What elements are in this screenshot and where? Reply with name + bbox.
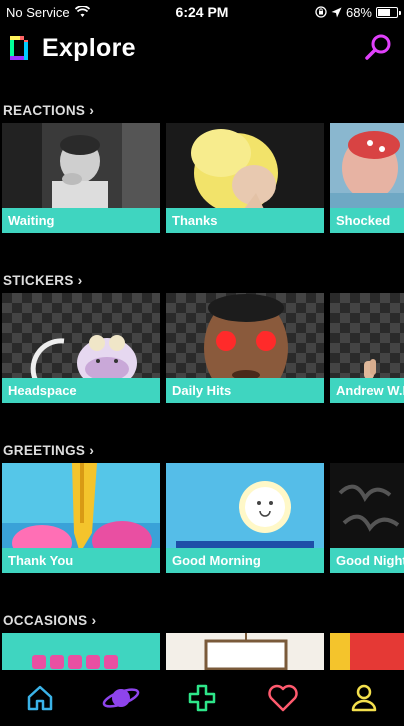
sticker-card-headspace[interactable]: Headspace	[2, 293, 160, 403]
wifi-icon	[74, 6, 90, 17]
greeting-card-good-morning[interactable]: Good Morning	[166, 463, 324, 573]
page-title: Explore	[42, 33, 136, 62]
card-label: Daily Hits	[166, 378, 324, 403]
section-stickers: STICKERS › Headspace Daily Hits Andrew W…	[0, 270, 404, 406]
sticker-card-daily-hits[interactable]: Daily Hits	[166, 293, 324, 403]
greeting-card-good-night[interactable]: Good Night	[330, 463, 404, 573]
gif-card-thanks[interactable]: Thanks	[166, 123, 324, 233]
chevron-right-icon: ›	[91, 612, 97, 628]
greeting-card-thank-you[interactable]: Thank You	[2, 463, 160, 573]
section-title-occasions[interactable]: OCCASIONS ›	[0, 610, 404, 630]
profile-icon	[351, 684, 376, 712]
rotation-lock-icon	[315, 6, 327, 18]
section-title-label: GREETINGS	[3, 442, 86, 458]
card-image	[330, 633, 404, 673]
gif-card-shocked[interactable]: Shocked	[330, 123, 404, 233]
section-greetings: GREETINGS › Thank You Good Morning Good …	[0, 440, 404, 576]
section-title-greetings[interactable]: GREETINGS ›	[0, 440, 404, 460]
tab-bar	[0, 670, 404, 726]
heart-icon	[268, 684, 298, 712]
section-title-stickers[interactable]: STICKERS ›	[0, 270, 404, 290]
chevron-right-icon: ›	[89, 102, 95, 118]
app-header: Explore	[0, 28, 404, 68]
section-title-label: REACTIONS	[3, 102, 86, 118]
plus-icon	[188, 684, 216, 712]
card-label: Thank You	[2, 548, 160, 573]
chevron-right-icon: ›	[77, 272, 83, 288]
card-image	[2, 633, 160, 673]
tab-create[interactable]	[182, 678, 222, 718]
home-icon	[28, 685, 53, 711]
card-row: Waiting Thanks Shocked	[0, 123, 404, 233]
card-label: Andrew W.K.	[330, 378, 404, 403]
card-row	[0, 633, 404, 673]
battery-percent: 68%	[345, 4, 372, 20]
occasion-card-3[interactable]	[330, 633, 404, 673]
battery-icon	[376, 6, 401, 18]
card-row: Headspace Daily Hits Andrew W.K.	[0, 293, 404, 403]
section-title-label: STICKERS	[3, 272, 74, 288]
sticker-card-andrew-wk[interactable]: Andrew W.K.	[330, 293, 404, 403]
tab-explore[interactable]	[101, 678, 141, 718]
card-label: Waiting	[2, 208, 160, 233]
section-reactions: REACTIONS › Waiting Thanks Shocked	[0, 100, 404, 236]
occasion-card-1[interactable]	[2, 633, 160, 673]
location-icon	[331, 7, 342, 17]
card-label: Headspace	[2, 378, 160, 403]
card-label: Good Morning	[166, 548, 324, 573]
tab-favorites[interactable]	[263, 678, 303, 718]
card-label: Shocked	[330, 208, 404, 233]
occasion-card-2[interactable]	[166, 633, 324, 673]
planet-icon	[102, 688, 140, 708]
chevron-right-icon: ›	[89, 442, 95, 458]
card-label: Thanks	[166, 208, 324, 233]
search-icon[interactable]	[362, 32, 394, 64]
tab-home[interactable]	[20, 678, 60, 718]
gif-card-waiting[interactable]: Waiting	[2, 123, 160, 233]
carrier-label: No Service	[6, 4, 70, 20]
giphy-logo-icon	[10, 36, 28, 60]
card-image	[166, 633, 324, 673]
status-bar: No Service 6:24 PM 68%	[0, 0, 404, 24]
tab-profile[interactable]	[344, 678, 384, 718]
section-title-label: OCCASIONS	[3, 612, 88, 628]
card-label: Good Night	[330, 548, 404, 573]
card-row: Thank You Good Morning Good Night	[0, 463, 404, 573]
section-title-reactions[interactable]: REACTIONS ›	[0, 100, 404, 120]
section-occasions: OCCASIONS ›	[0, 610, 404, 673]
